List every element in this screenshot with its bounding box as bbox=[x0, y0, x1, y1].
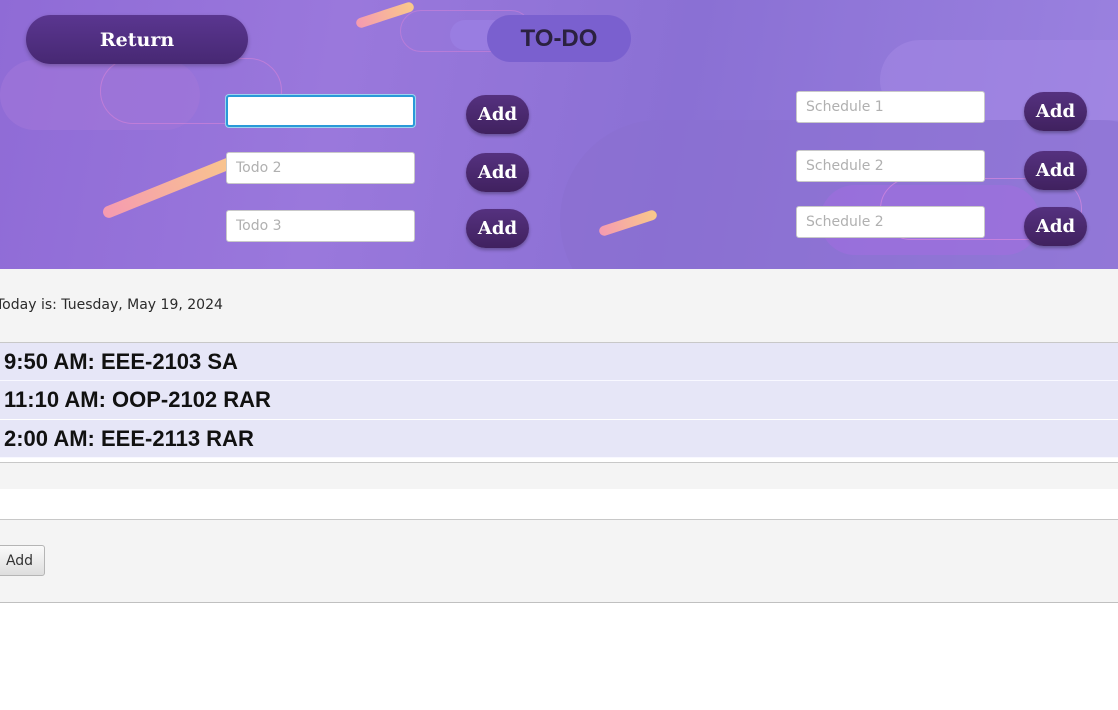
divider bbox=[0, 602, 1118, 603]
input-band[interactable] bbox=[0, 489, 1118, 520]
schedule-3-input[interactable] bbox=[796, 206, 985, 238]
schedule-list[interactable]: 9:50 AM: EEE-2103 SA 11:10 AM: OOP-2102 … bbox=[0, 342, 1118, 463]
page-title: TO-DO bbox=[487, 15, 631, 62]
todo-3-input[interactable] bbox=[226, 210, 415, 242]
list-footer bbox=[0, 462, 1118, 490]
todo-2-input[interactable] bbox=[226, 152, 415, 184]
todo-1-input[interactable] bbox=[226, 95, 415, 127]
list-item[interactable]: 11:10 AM: OOP-2102 RAR bbox=[0, 381, 1118, 420]
banner-decoration bbox=[101, 152, 245, 220]
add-button[interactable]: Add bbox=[0, 545, 45, 576]
header-banner: Return TO-DO Add Add Add Add Add Add bbox=[0, 0, 1118, 269]
banner-decoration bbox=[560, 120, 1118, 269]
list-item[interactable]: 2:00 AM: EEE-2113 RAR bbox=[0, 420, 1118, 458]
today-label: Today is: Tuesday, May 19, 2024 bbox=[0, 297, 223, 313]
add-schedule-3-button[interactable]: Add bbox=[1024, 207, 1087, 246]
add-todo-3-button[interactable]: Add bbox=[466, 209, 529, 248]
add-schedule-1-button[interactable]: Add bbox=[1024, 92, 1087, 131]
return-button[interactable]: Return bbox=[26, 15, 248, 64]
list-item[interactable]: 9:50 AM: EEE-2103 SA bbox=[0, 343, 1118, 381]
add-schedule-2-button[interactable]: Add bbox=[1024, 151, 1087, 190]
add-todo-2-button[interactable]: Add bbox=[466, 153, 529, 192]
schedule-2-input[interactable] bbox=[796, 150, 985, 182]
banner-decoration bbox=[354, 0, 416, 30]
schedule-1-input[interactable] bbox=[796, 91, 985, 123]
banner-decoration bbox=[0, 60, 200, 130]
banner-decoration bbox=[597, 208, 659, 238]
add-todo-1-button[interactable]: Add bbox=[466, 95, 529, 134]
